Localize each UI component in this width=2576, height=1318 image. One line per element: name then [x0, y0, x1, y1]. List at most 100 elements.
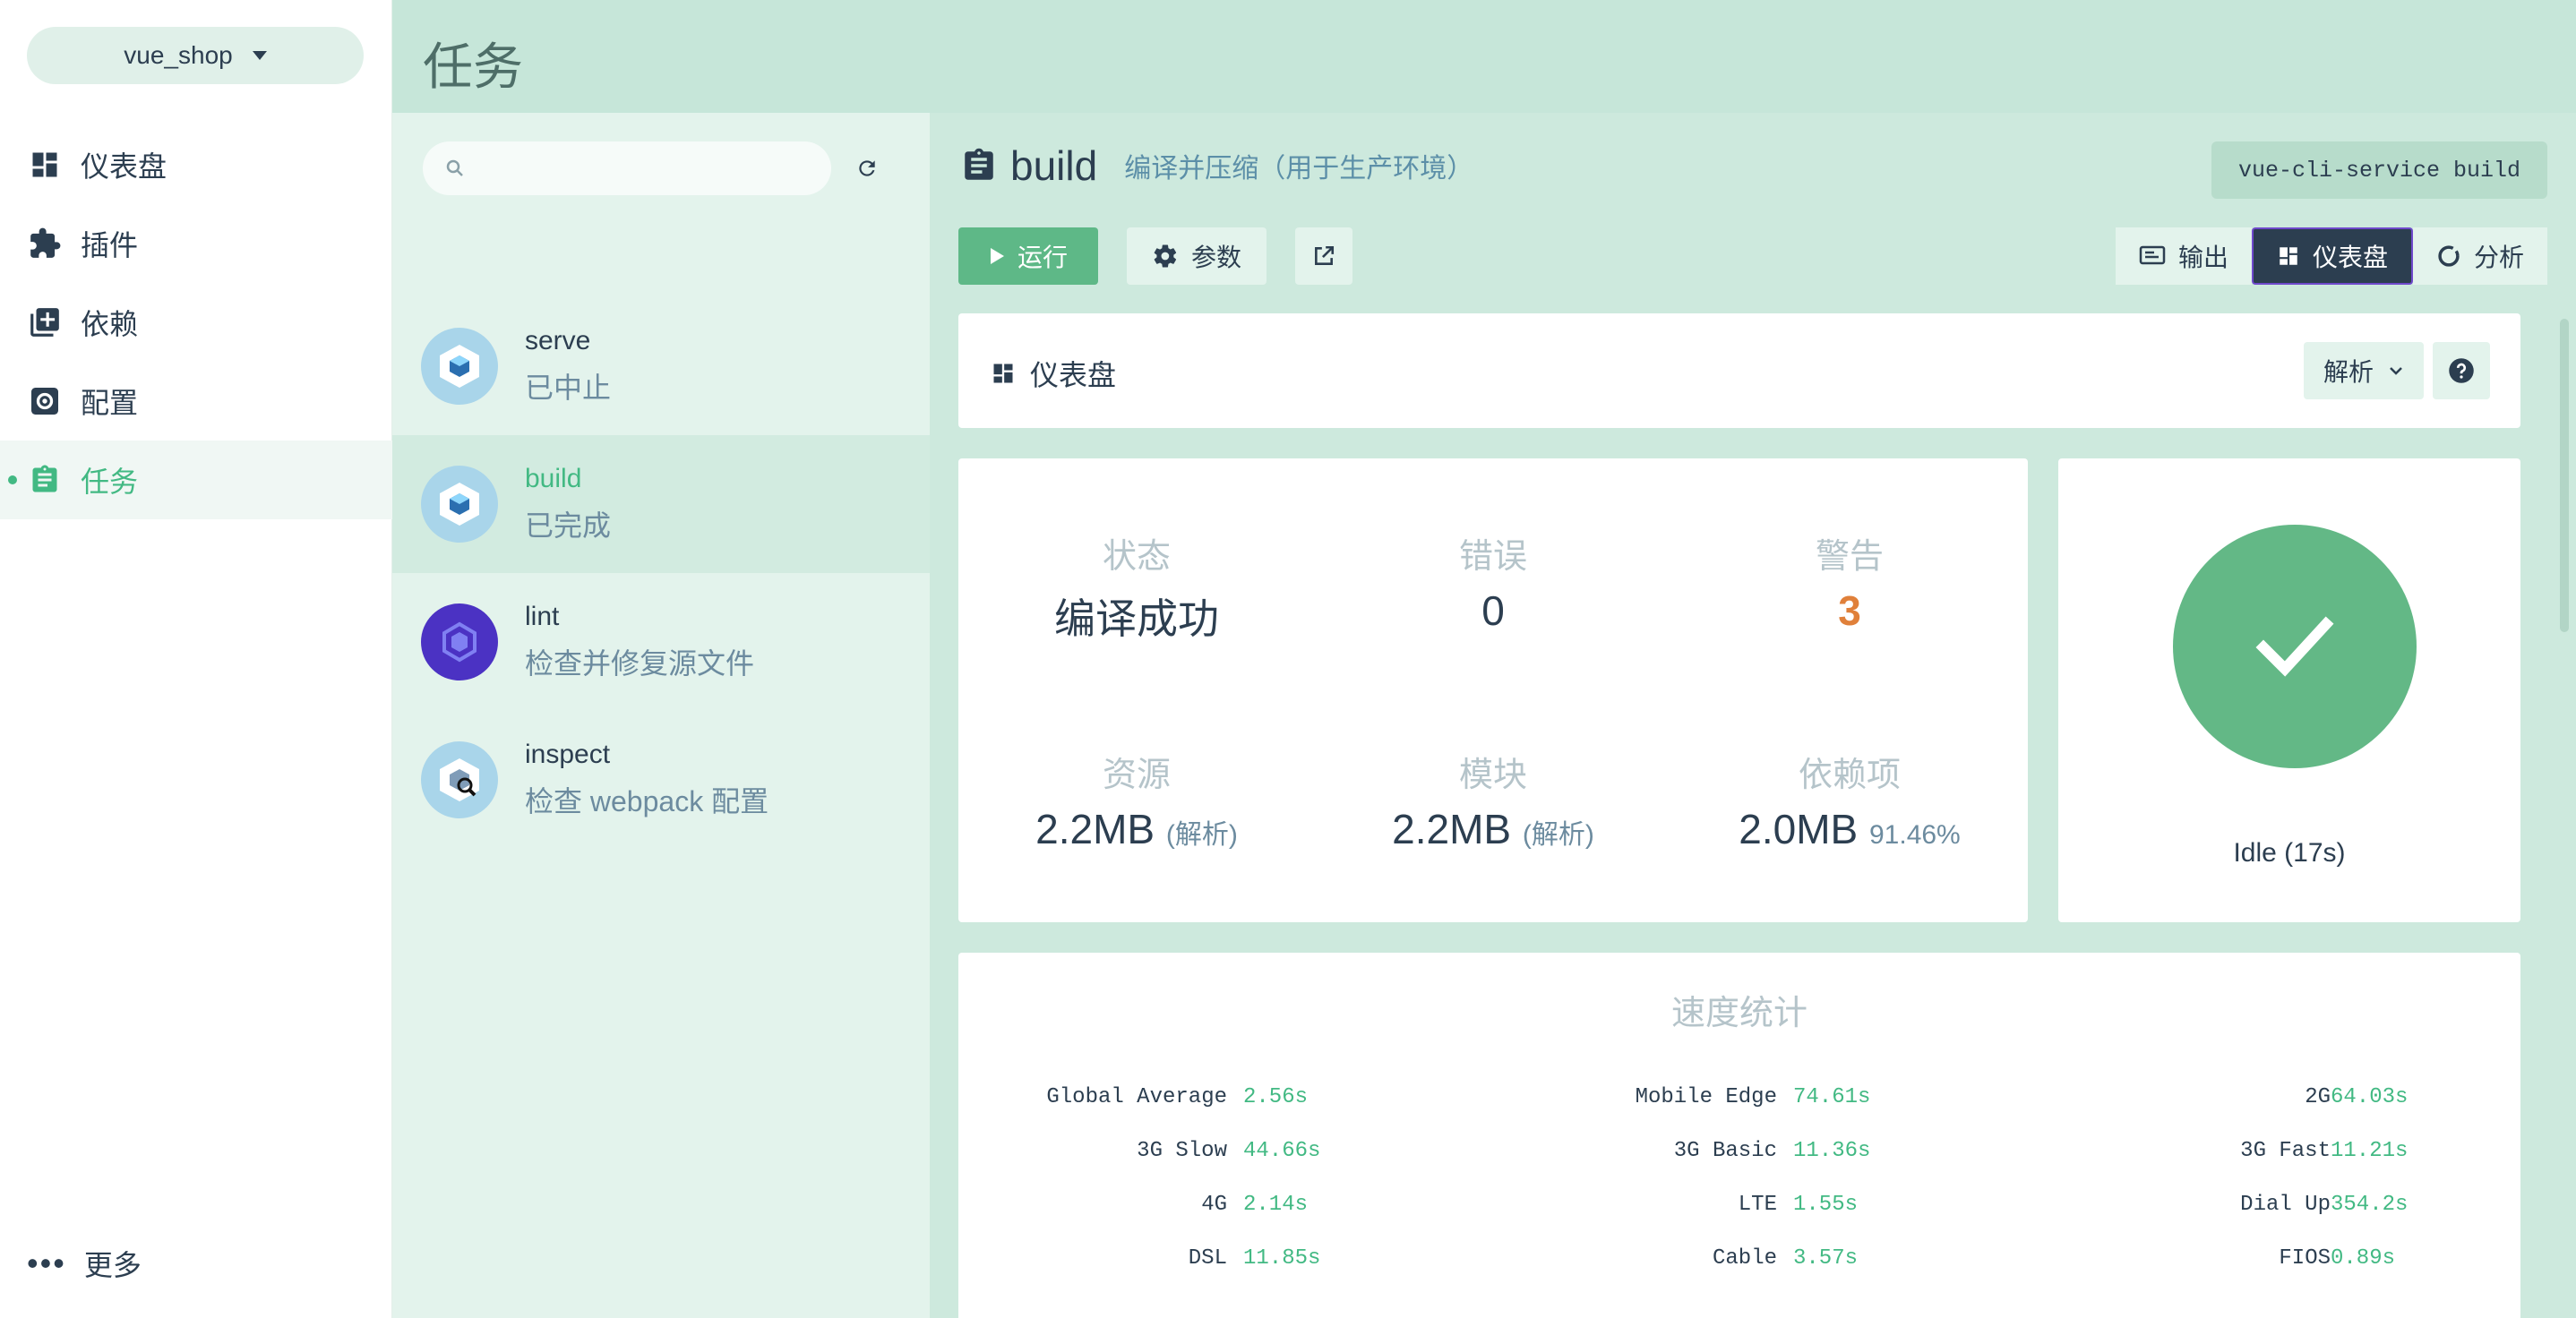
dashboard-content: 仪表盘 解析 状态 编译成功 错误 0 警告 3 资源 2.2MB (解析) 模… — [958, 313, 2549, 1318]
scrollbar[interactable] — [2560, 319, 2569, 632]
webpack-icon — [421, 328, 498, 405]
sidebar-item-dashboard[interactable]: 仪表盘 — [0, 125, 392, 204]
speed-stat-name: LTE — [1738, 1193, 1777, 1217]
speed-stat-name: Mobile Edge — [1635, 1085, 1777, 1109]
dashboard-icon — [993, 364, 1013, 383]
sidebar-item-label: 插件 — [81, 229, 139, 261]
dashboard-icon — [27, 147, 63, 183]
speed-stat-name: Cable — [1712, 1246, 1777, 1271]
clipboard-icon — [965, 148, 993, 180]
task-desc: 检查 webpack 配置 — [525, 785, 769, 817]
sidebar: vue_shop 仪表盘 插件 依赖 配置 任务 ••• 更多 — [0, 0, 392, 1318]
library-books-icon — [27, 304, 63, 340]
tab-dashboard[interactable]: 仪表盘 — [2251, 227, 2413, 285]
gear-icon — [1154, 244, 1177, 268]
stat-label: 模块 — [1458, 757, 1527, 794]
eslint-icon — [421, 603, 498, 680]
refresh-icon — [859, 160, 875, 176]
task-item-build[interactable]: build 已完成 — [392, 435, 930, 573]
more-button[interactable]: ••• 更多 — [27, 1243, 142, 1284]
speed-stat-name: FIOS — [2279, 1246, 2331, 1271]
stat-note: (解析) — [1522, 820, 1594, 850]
help-button[interactable] — [2433, 342, 2490, 399]
view-tabs: 输出 仪表盘 分析 — [2115, 227, 2547, 285]
task-subtitle: 编译并压缩（用于生产环境） — [1124, 154, 1474, 184]
speed-stat-value: 64.03s — [2331, 1085, 2409, 1109]
tab-analyzer[interactable]: 分析 — [2412, 227, 2547, 285]
sidebar-item-plugins[interactable]: 插件 — [0, 204, 392, 283]
dashboard-icon — [2280, 247, 2297, 265]
speed-stat-name: 2G — [2305, 1085, 2331, 1109]
webpack-inspect-icon — [421, 741, 498, 818]
stat-label: 资源 — [1102, 757, 1171, 794]
task-item-serve[interactable]: serve 已中止 — [392, 297, 930, 435]
open-external-button[interactable] — [1295, 227, 1352, 285]
task-search[interactable] — [423, 141, 831, 195]
task-desc: 检查并修复源文件 — [525, 647, 755, 680]
status-text: Idle (17s) — [2233, 838, 2346, 868]
help-icon — [2449, 358, 2474, 383]
run-button[interactable]: 运行 — [958, 227, 1098, 285]
success-indicator — [2173, 525, 2417, 768]
speed-stat-value: 11.36s — [1793, 1139, 1871, 1163]
stat-modules: 模块 2.2MB (解析) — [1315, 747, 1671, 853]
sidebar-item-dependencies[interactable]: 依赖 — [0, 283, 392, 362]
run-label: 运行 — [1017, 244, 1068, 271]
speed-stat-name: Dial Up — [2240, 1193, 2331, 1217]
speed-stat-name: 4G — [1201, 1193, 1227, 1217]
task-header: build 编译并压缩（用于生产环境） — [960, 141, 1473, 190]
speed-stats-card: 速度统计 Global Average 2.56s Mobile Edge 74.61… — [958, 953, 2520, 1318]
tab-label: 分析 — [2473, 244, 2524, 271]
more-label: 更多 — [83, 1249, 142, 1281]
stat-status: 状态 编译成功 — [958, 528, 1315, 646]
task-details: build 编译并压缩（用于生产环境） vue-cli-service buil… — [930, 113, 2576, 1318]
speed-stats-title: 速度统计 — [1670, 995, 1807, 1032]
tab-label: 输出 — [2177, 244, 2228, 271]
clipboard-icon — [27, 462, 63, 498]
project-selector[interactable]: vue_shop — [27, 27, 364, 84]
stat-dependencies: 依赖项 2.0MB 91.46% — [1671, 747, 2028, 853]
stat-label: 依赖项 — [1798, 757, 1901, 794]
donut-chart-icon — [2438, 245, 2460, 267]
caret-down-icon — [252, 51, 267, 60]
stat-value: 2.2MB (解析) — [958, 805, 1315, 853]
chevron-down-icon — [2390, 367, 2402, 375]
top-header: 任务 — [392, 0, 2576, 113]
sidebar-item-label: 依赖 — [81, 308, 139, 340]
stat-note: 91.46% — [1868, 820, 1961, 850]
stat-value: 3 — [1838, 587, 1861, 634]
speed-stat-value: 44.66s — [1243, 1139, 1321, 1163]
stat-note: (解析) — [1165, 820, 1238, 850]
dashboard-header: 仪表盘 解析 — [958, 313, 2520, 428]
puzzle-icon — [27, 226, 63, 261]
task-desc: 已完成 — [525, 509, 612, 542]
speed-stat-value: 11.85s — [1243, 1246, 1321, 1271]
page-title: 任务 — [423, 39, 523, 95]
speed-stat-name: Global Average — [1046, 1085, 1227, 1109]
webpack-icon — [421, 466, 498, 543]
sidebar-item-tasks[interactable]: 任务 — [0, 441, 392, 519]
task-name: build — [525, 464, 582, 493]
sidebar-item-config[interactable]: 配置 — [0, 362, 392, 441]
stat-label: 错误 — [1458, 538, 1527, 576]
speed-stat-name: 3G Fast — [2240, 1139, 2331, 1163]
open-in-new-icon — [1315, 245, 1335, 265]
task-item-inspect[interactable]: inspect 检查 webpack 配置 — [392, 711, 930, 849]
params-label: 参数 — [1190, 244, 1241, 271]
tab-output[interactable]: 输出 — [2115, 227, 2252, 285]
params-button[interactable]: 参数 — [1127, 227, 1267, 285]
task-item-lint[interactable]: lint 检查并修复源文件 — [392, 573, 930, 711]
search-input[interactable] — [478, 154, 819, 183]
speed-stat-value: 354.2s — [2331, 1193, 2409, 1217]
stat-value: 2.2MB (解析) — [1315, 805, 1671, 853]
refresh-button[interactable] — [849, 150, 885, 186]
stat-label: 警告 — [1815, 538, 1884, 576]
stat-errors: 错误 0 — [1315, 528, 1671, 635]
analysis-mode-select[interactable]: 解析 — [2304, 342, 2424, 399]
terminal-icon — [2139, 245, 2166, 265]
project-name: vue_shop — [124, 41, 233, 69]
speed-stat-name: 3G Slow — [1137, 1139, 1227, 1163]
play-icon — [990, 248, 1004, 264]
stat-value: 编译成功 — [1054, 595, 1219, 642]
search-icon — [446, 159, 463, 176]
